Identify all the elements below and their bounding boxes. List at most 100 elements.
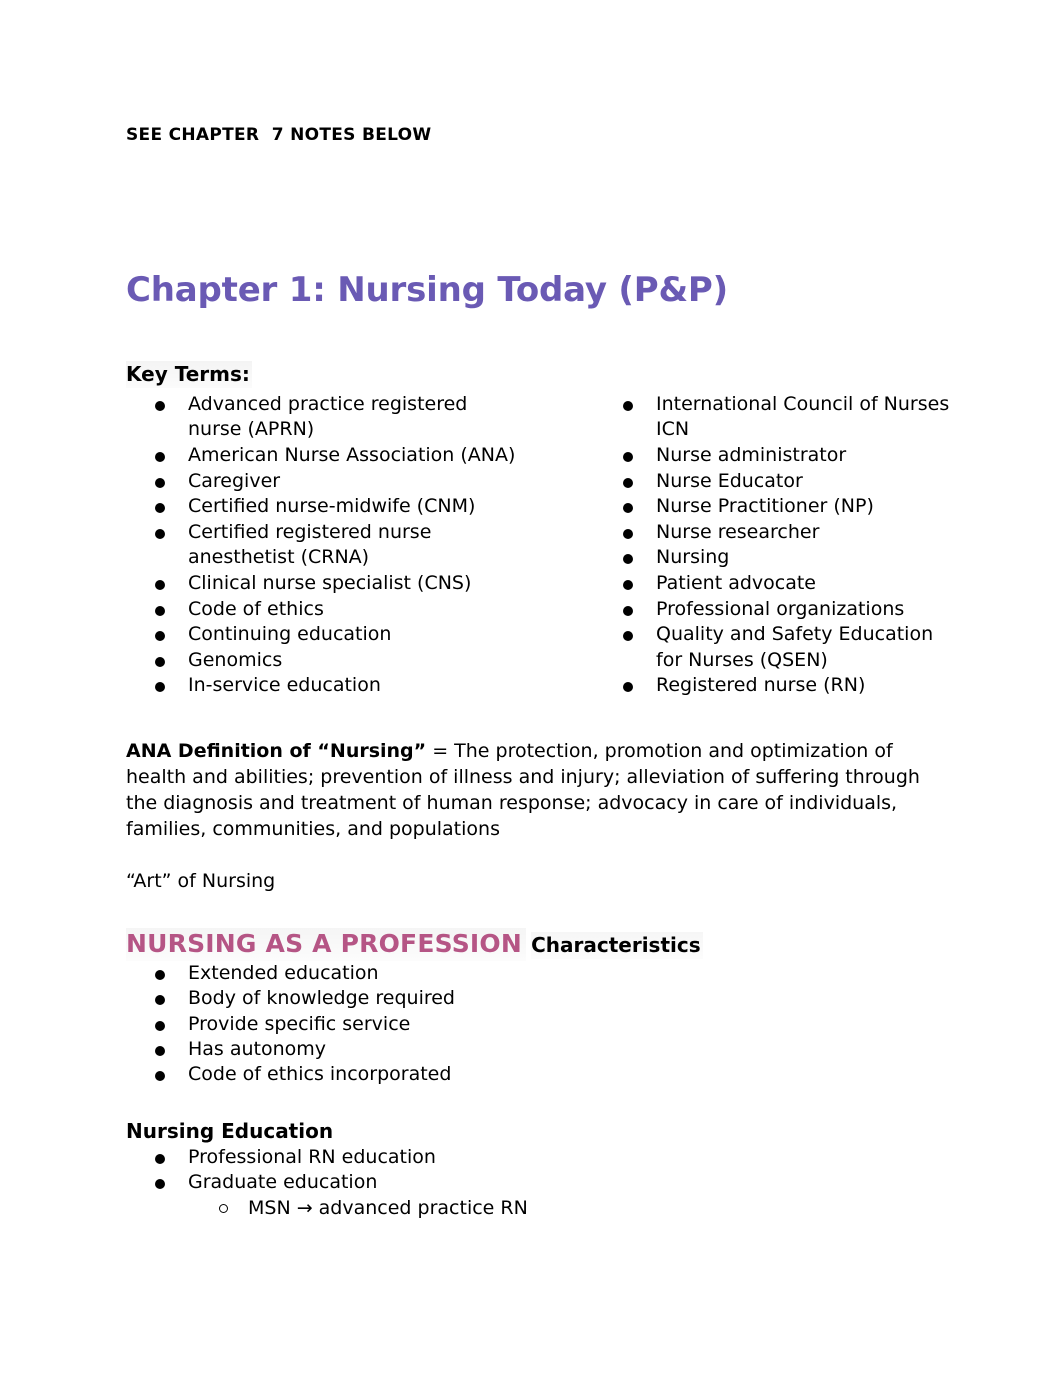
list-item-label: Genomics [188,648,283,671]
bullet-dot-icon [155,682,165,693]
list-item: International Council of Nurses ICN [594,392,964,443]
list-item-label: Quality and Safety Education for Nurses … [656,623,934,671]
list-item: Quality and Safety Education for Nurses … [594,622,964,673]
list-item: Patient advocate [594,571,964,597]
characteristics-heading: Characteristics [531,931,703,959]
page-title: Chapter 1: Nursing Today (P&P) [126,270,728,310]
list-item: Advanced practice registered nurse (APRN… [126,392,526,443]
list-item: Body of knowledge required [126,986,962,1011]
list-item-label: Professional organizations [656,597,905,620]
list-item-label: International Council of Nurses ICN [656,392,950,441]
list-item: Code of ethics [126,597,526,623]
list-item-label: Provide specific service [188,1012,411,1035]
list-item-label: Graduate education [188,1171,378,1194]
bullet-dot-icon [623,631,633,642]
bullet-dot-icon [623,400,633,411]
top-note: SEE CHAPTER 7 NOTES BELOW [126,125,432,145]
list-item-label: Nurse researcher [656,520,820,543]
list-item: Clinical nurse specialist (CNS) [126,571,526,597]
list-item: Professional RN education [126,1145,962,1170]
bullet-dot-icon [155,969,165,980]
list-item: Nurse Educator [594,469,964,495]
list-item: Caregiver [126,469,526,495]
bullet-dot-icon [155,503,165,514]
bullet-dot-icon [155,995,165,1006]
section-heading-nursing-as-a-profession: NURSING AS A PROFESSION [126,927,526,961]
list-item: Graduate education [126,1170,962,1195]
characteristics-list: Extended education Body of knowledge requ… [126,961,962,1088]
list-item: Genomics [126,648,526,674]
bullet-dot-icon [623,528,633,539]
bullet-dot-icon [155,1045,165,1056]
document-page: SEE CHAPTER 7 NOTES BELOW Chapter 1: Nur… [0,0,1062,1376]
list-item-label: Extended education [188,961,379,984]
bullet-dot-icon [155,451,165,462]
key-terms-heading: Key Terms: [126,360,252,388]
bullet-dot-icon [623,605,633,616]
bullet-dot-icon [155,477,165,488]
list-item-label: Code of ethics [188,597,324,620]
list-item: Nurse researcher [594,520,964,546]
list-item: Professional organizations [594,597,964,623]
list-item-label: Nursing [656,546,730,569]
list-item-label: Body of knowledge required [188,987,455,1010]
key-terms-left-list: Advanced practice registered nurse (APRN… [126,392,526,699]
list-item-label: Patient advocate [656,571,816,594]
bullet-dot-icon [155,1020,165,1031]
bullet-dot-icon [155,400,165,411]
list-item: Code of ethics incorporated [126,1062,962,1087]
list-item-label: Professional RN education [188,1145,436,1168]
ana-definition-label: ANA Definition of “Nursing” [126,739,427,762]
list-item: Has autonomy [126,1037,962,1062]
list-item-label: Nurse administrator [656,443,847,466]
key-terms-right-list: International Council of Nurses ICN Nurse… [594,392,964,699]
list-item-label: Has autonomy [188,1037,327,1060]
list-item-label: Caregiver [188,469,281,492]
key-terms-right-column: International Council of Nurses ICN Nurse… [594,392,964,699]
art-of-nursing-line: “Art” of Nursing [126,869,276,892]
list-item-label: Clinical nurse specialist (CNS) [188,571,472,594]
bullet-dot-icon [155,656,165,667]
bullet-dot-icon [623,579,633,590]
list-item: Certified registered nurse anesthetist (… [126,520,526,571]
list-item: Nurse administrator [594,443,964,469]
list-item: Nurse Practitioner (NP) [594,494,964,520]
list-item-label: Nurse Educator [656,469,803,492]
list-item: Continuing education [126,622,526,648]
bullet-dot-icon [623,554,633,565]
bullet-dot-icon [155,579,165,590]
bullet-dot-icon [623,682,633,693]
list-item: Registered nurse (RN) [594,673,964,699]
list-item: In-service education [126,673,526,699]
list-item-label: Nurse Practitioner (NP) [656,495,874,518]
list-item: Provide specific service [126,1012,962,1037]
nursing-education-list: Professional RN education Graduate educat… [126,1145,962,1196]
bullet-dot-icon [623,477,633,488]
nursing-education-heading: Nursing Education [126,1118,334,1143]
document-body: SEE CHAPTER 7 NOTES BELOW Chapter 1: Nur… [126,0,962,1221]
list-item: Nursing [594,545,964,571]
list-item-label: Registered nurse (RN) [656,674,866,697]
bullet-dot-icon [155,1071,165,1082]
bullet-dot-icon [155,605,165,616]
list-item: MSN → advanced practice RN [126,1196,962,1222]
list-item-label: Code of ethics incorporated [188,1063,452,1086]
list-item: American Nurse Association (ANA) [126,443,526,469]
nursing-education-sub-list: MSN → advanced practice RN [126,1196,962,1222]
bullet-dot-icon [155,631,165,642]
bullet-dot-icon [623,503,633,514]
list-item-label: Advanced practice registered nurse (APRN… [188,392,468,441]
bullet-dot-icon [155,1153,165,1164]
list-item: Extended education [126,961,962,986]
list-item-label: Certified nurse-midwife (CNM) [188,495,476,518]
bullet-dot-icon [155,1179,165,1190]
bullet-dot-icon [623,451,633,462]
bullet-ring-icon [219,1203,228,1213]
list-item-label: MSN → advanced practice RN [248,1196,528,1219]
list-item-label: Certified registered nurse anesthetist (… [188,520,432,569]
key-terms-columns: Advanced practice registered nurse (APRN… [126,392,962,714]
list-item-label: In-service education [188,674,381,697]
list-item: Certified nurse-midwife (CNM) [126,494,526,520]
ana-definition-paragraph: ANA Definition of “Nursing” = The protec… [126,738,938,842]
key-terms-left-column: Advanced practice registered nurse (APRN… [126,392,526,699]
